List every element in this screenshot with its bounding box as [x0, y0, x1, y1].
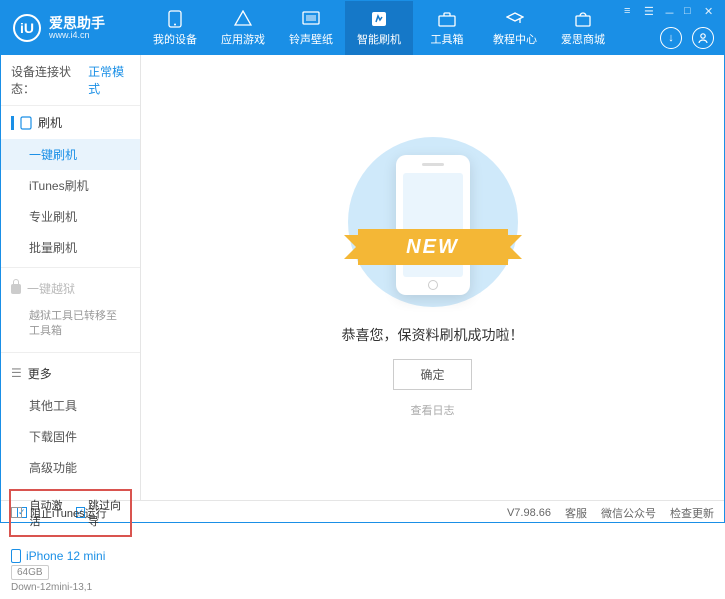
footer-link-wechat[interactable]: 微信公众号 [601, 505, 656, 521]
app-header: iU 爱思助手 www.i4.cn 我的设备 应用游戏 铃声壁纸 智能刷机 工具… [1, 1, 724, 55]
success-message: 恭喜您，保资料刷机成功啦！ [342, 325, 524, 345]
logo-section: iU 爱思助手 www.i4.cn [1, 14, 141, 42]
sidebar-item-other-tools[interactable]: 其他工具 [1, 390, 140, 421]
footer-link-update[interactable]: 检查更新 [670, 505, 714, 521]
more-icon: ☰ [11, 366, 22, 380]
window-controls: ≡ ☰ － □ ✕ [624, 5, 718, 19]
minimize-icon[interactable]: － [664, 5, 678, 19]
status-value: 正常模式 [88, 63, 130, 97]
checkbox-icon [11, 507, 22, 518]
sidebar-item-oneclick-flash[interactable]: 一键刷机 [1, 139, 140, 170]
sidebar-item-advanced[interactable]: 高级功能 [1, 452, 140, 483]
nav-smart-flash[interactable]: 智能刷机 [345, 1, 413, 55]
nav-label: 应用游戏 [221, 31, 265, 47]
tutorial-icon [506, 10, 524, 28]
new-ribbon: NEW [358, 229, 508, 265]
toolbox-icon [438, 10, 456, 28]
category-jailbreak: 一键越狱 [1, 272, 140, 305]
flash-icon [370, 10, 388, 28]
wallpaper-icon [302, 10, 320, 28]
app-logo-icon: iU [13, 14, 41, 42]
phone-icon [166, 10, 184, 28]
category-label: 一键越狱 [27, 280, 75, 297]
phone-graphic [396, 155, 470, 295]
nav-tutorials[interactable]: 教程中心 [481, 1, 549, 55]
view-log-link[interactable]: 查看日志 [411, 402, 455, 418]
app-title: 爱思助手 [49, 16, 105, 30]
maximize-icon[interactable]: □ [684, 5, 698, 19]
nav-label: 智能刷机 [357, 31, 401, 47]
app-url: www.i4.cn [49, 30, 105, 41]
nav-apps-games[interactable]: 应用游戏 [209, 1, 277, 55]
sidebar-item-pro-flash[interactable]: 专业刷机 [1, 201, 140, 232]
skin-icon[interactable]: ☰ [644, 5, 658, 19]
footer-link-support[interactable]: 客服 [565, 505, 587, 521]
main-content: NEW 恭喜您，保资料刷机成功啦！ 确定 查看日志 [141, 55, 724, 500]
connected-device[interactable]: iPhone 12 mini 64GB Down-12mini-13,1 [1, 543, 140, 599]
ok-button[interactable]: 确定 [393, 359, 471, 390]
nav-my-device[interactable]: 我的设备 [141, 1, 209, 55]
top-nav: 我的设备 应用游戏 铃声壁纸 智能刷机 工具箱 教程中心 爱思商城 [141, 1, 617, 55]
nav-label: 我的设备 [153, 31, 197, 47]
jailbreak-note: 越狱工具已转移至工具箱 [1, 305, 140, 348]
store-icon [574, 10, 592, 28]
header-actions: ↓ [660, 27, 714, 49]
category-label: 刷机 [38, 114, 62, 131]
category-more: ☰ 更多 [1, 357, 140, 390]
nav-toolbox[interactable]: 工具箱 [413, 1, 481, 55]
device-name-label: iPhone 12 mini [26, 549, 105, 563]
nav-label: 爱思商城 [561, 31, 605, 47]
device-meta: Down-12mini-13,1 [11, 582, 130, 593]
version-label: V7.98.66 [507, 507, 551, 519]
category-label: 更多 [28, 365, 52, 382]
checkbox-block-itunes[interactable]: 阻止iTunes运行 [11, 505, 107, 521]
device-icon [11, 549, 21, 563]
category-flash: 刷机 [1, 106, 140, 139]
device-status-row: 设备连接状态： 正常模式 [1, 55, 140, 106]
storage-badge: 64GB [11, 565, 49, 580]
status-label: 设备连接状态： [11, 63, 84, 97]
sidebar: 设备连接状态： 正常模式 刷机 一键刷机 iTunes刷机 专业刷机 批量刷机 … [1, 55, 141, 500]
success-illustration: NEW [348, 137, 518, 307]
nav-store[interactable]: 爱思商城 [549, 1, 617, 55]
sidebar-item-download-firmware[interactable]: 下载固件 [1, 421, 140, 452]
sidebar-item-itunes-flash[interactable]: iTunes刷机 [1, 170, 140, 201]
close-icon[interactable]: ✕ [704, 5, 718, 19]
user-button[interactable] [692, 27, 714, 49]
nav-label: 工具箱 [431, 31, 464, 47]
download-button[interactable]: ↓ [660, 27, 682, 49]
nav-label: 教程中心 [493, 31, 537, 47]
checkbox-label: 阻止iTunes运行 [30, 505, 107, 521]
apps-icon [234, 10, 252, 28]
nav-label: 铃声壁纸 [289, 31, 333, 47]
menu-icon[interactable]: ≡ [624, 5, 638, 19]
nav-ringtones[interactable]: 铃声壁纸 [277, 1, 345, 55]
phone-small-icon [20, 116, 32, 130]
sidebar-item-batch-flash[interactable]: 批量刷机 [1, 232, 140, 263]
lock-icon [11, 284, 21, 294]
